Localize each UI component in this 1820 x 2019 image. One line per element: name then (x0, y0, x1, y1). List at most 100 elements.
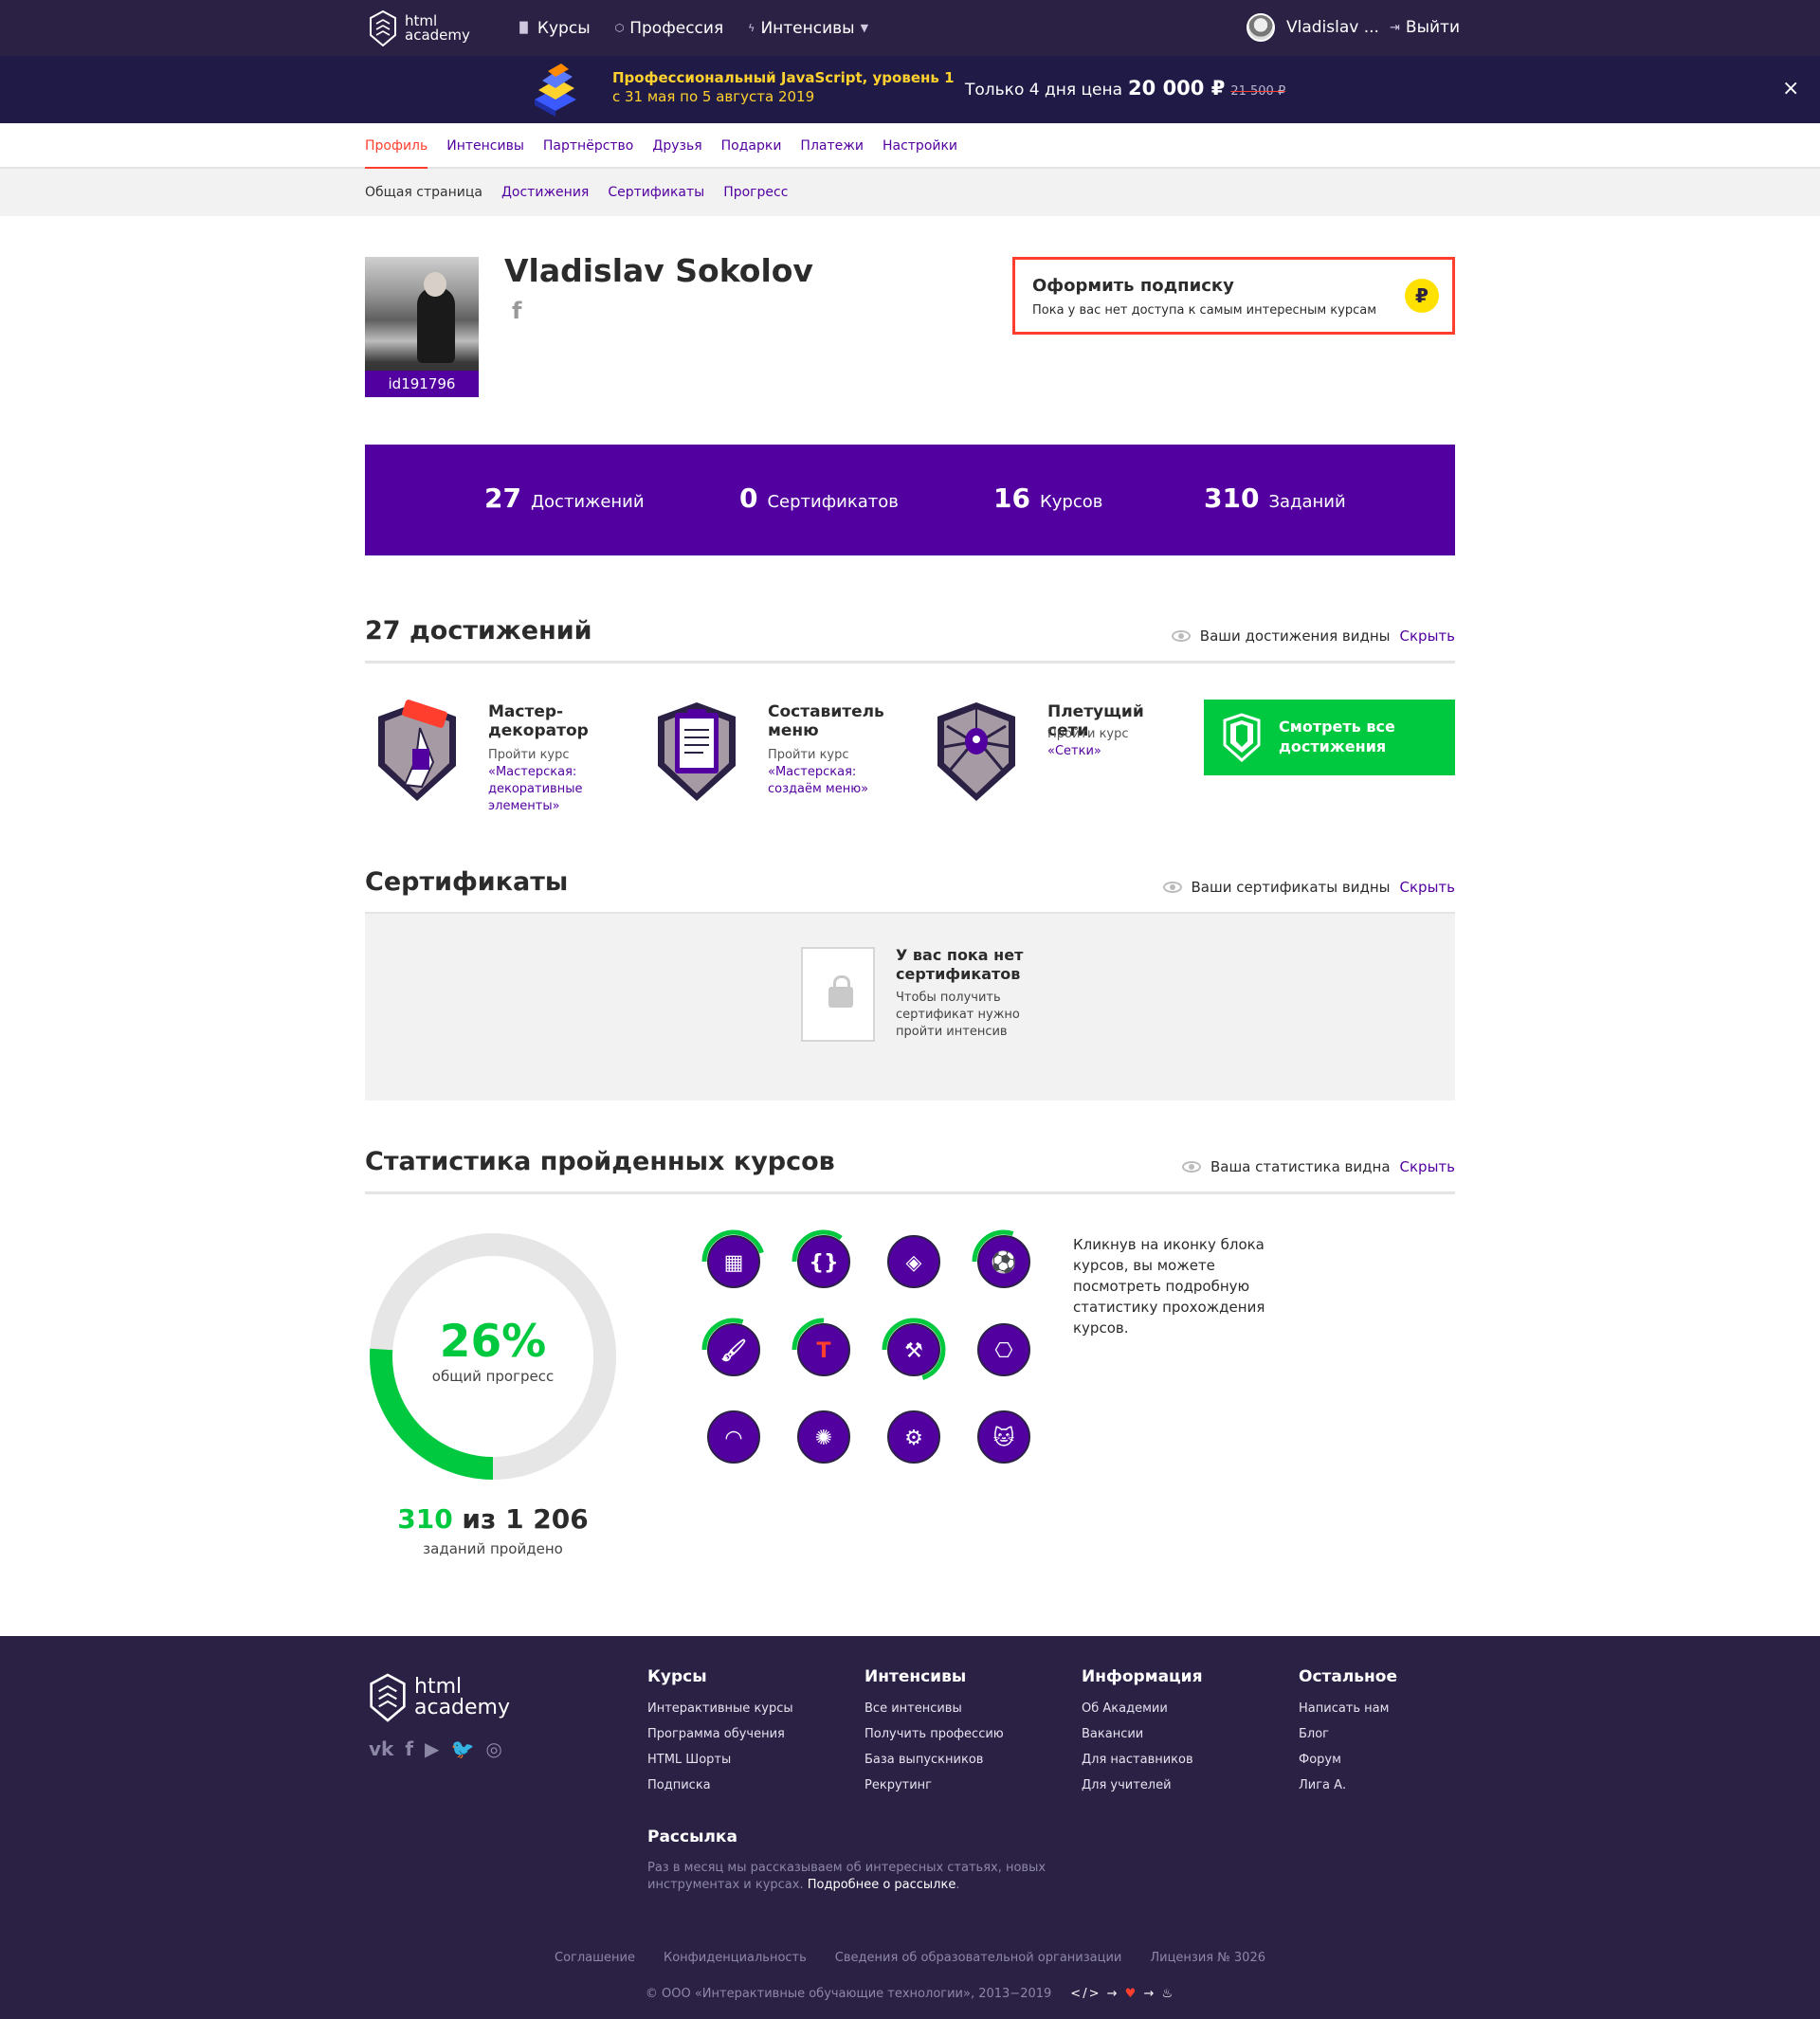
tab-payments[interactable]: Платежи (800, 138, 864, 154)
course-icon-glyph: ✺ (815, 1427, 832, 1450)
course-block-typography-icon[interactable]: T (791, 1317, 857, 1383)
course-block-paint-icon[interactable]: 🖌 (701, 1317, 767, 1383)
subtab-achievements[interactable]: Достижения (501, 185, 589, 200)
course-block-field-icon[interactable]: ⚽ (971, 1228, 1037, 1295)
tab-profile[interactable]: Профиль (365, 124, 428, 170)
course-block-cat-icon[interactable]: 🐱 (971, 1404, 1037, 1470)
course-block-html-icon[interactable]: ▦ (701, 1228, 767, 1295)
footer-link[interactable]: Лига А. (1299, 1778, 1397, 1792)
footer-link[interactable]: HTML Шорты (647, 1753, 793, 1767)
achievement-net-weaver[interactable]: Плетущий сети Пройти курс «Сетки» (924, 700, 1190, 813)
legal-privacy-link[interactable]: Конфиденциальность (664, 1951, 807, 1965)
subscribe-text: Пока у вас нет доступа к самым интересны… (1032, 303, 1377, 318)
vk-icon[interactable]: vk (369, 1737, 393, 1760)
footer-link[interactable]: Программа обучения (647, 1727, 793, 1741)
promo-banner[interactable]: Профессиональный JavaScript, уровень 1 с… (0, 56, 1820, 123)
hide-stats-link[interactable]: Скрыть (1400, 1158, 1455, 1175)
top-navigation: html academy ▐▌ Курсы ⬡ Профессия ϟ Интенсив… (0, 0, 1820, 56)
logo-link[interactable]: html academy (369, 10, 470, 46)
chevron-down-icon: ▼ (860, 22, 869, 34)
twitter-icon[interactable]: 🐦 (450, 1737, 474, 1760)
ruble-icon: ₽ (1405, 279, 1439, 313)
achievement-course-link[interactable]: «Сетки» (1047, 744, 1101, 758)
see-all-achievements-button[interactable]: Смотреть все достижения (1204, 700, 1455, 775)
footer-link[interactable]: Об Академии (1082, 1701, 1202, 1716)
overall-progress-label: общий прогресс (431, 1368, 555, 1385)
footer-link[interactable]: Интерактивные курсы (647, 1701, 793, 1716)
stat-courses[interactable]: 16 Курсов (993, 482, 1102, 514)
tab-partnership[interactable]: Партнёрство (543, 138, 633, 154)
footer-logo-link[interactable]: html academy (369, 1671, 510, 1724)
footer-link[interactable]: Получить профессию (864, 1727, 1004, 1741)
promo-price: Только 4 дня цена 20 000 ₽ 21 500 ₽ (965, 77, 1286, 100)
profile-tabs: Профиль Интенсивы Партнёрство Друзья Под… (0, 123, 1820, 170)
footer-link[interactable]: База выпускников (864, 1753, 1004, 1767)
close-icon[interactable]: × (1782, 77, 1799, 100)
facebook-icon[interactable]: f (512, 298, 521, 324)
eye-icon (1162, 882, 1182, 893)
nav-intensives[interactable]: ϟ Интенсивы ▼ (748, 19, 868, 38)
footer-link[interactable]: Для наставников (1082, 1753, 1202, 1767)
promo-blocks-icon (535, 64, 576, 117)
achievement-desc: Пройти курс «Мастерская: создаём меню» (768, 748, 869, 796)
footer-link[interactable]: Все интенсивы (864, 1701, 1004, 1716)
achievement-menu-maker[interactable]: Составитель меню Пройти курс «Мастерская… (645, 700, 910, 813)
course-block-vector-icon[interactable]: ◠ (701, 1404, 767, 1470)
facebook-icon[interactable]: f (405, 1737, 413, 1760)
legal-organization-link[interactable]: Сведения об образовательной организации (835, 1951, 1122, 1965)
divider (365, 1191, 1455, 1194)
achievement-course-link[interactable]: «Мастерская: создаём меню» (768, 765, 868, 796)
html-academy-logo-icon (370, 1673, 406, 1722)
user-menu[interactable]: Vladislav ... (1247, 13, 1379, 42)
tab-settings[interactable]: Настройки (883, 138, 957, 154)
subtab-progress[interactable]: Прогресс (723, 185, 788, 200)
nav-profession[interactable]: ⬡ Профессия (615, 19, 724, 38)
logo-text: html academy (405, 12, 470, 44)
promo-dates: с 31 мая по 5 августа 2019 (612, 88, 815, 105)
tab-friends[interactable]: Друзья (652, 138, 701, 154)
tab-gifts[interactable]: Подарки (721, 138, 782, 154)
legal-license-link[interactable]: Лицензия № 3026 (1150, 1951, 1265, 1965)
course-block-js-icon[interactable]: {} (791, 1228, 857, 1295)
footer-link[interactable]: Подписка (647, 1778, 793, 1792)
legal-agreement-link[interactable]: Соглашение (555, 1951, 635, 1965)
course-block-device-icon[interactable]: ⎔ (971, 1317, 1037, 1383)
stat-achievements[interactable]: 27 Достижений (484, 482, 645, 514)
footer-link[interactable]: Блог (1299, 1727, 1397, 1741)
stats-visibility: Ваша статистика видна Скрыть (1181, 1158, 1455, 1175)
footer-link[interactable]: Для учителей (1082, 1778, 1202, 1792)
achievement-course-link[interactable]: «Мастерская: декоративные элементы» (488, 765, 582, 813)
footer-link[interactable]: Написать нам (1299, 1701, 1397, 1716)
tab-intensives[interactable]: Интенсивы (446, 138, 524, 154)
footer-link[interactable]: Вакансии (1082, 1727, 1202, 1741)
subtab-overview[interactable]: Общая страница (365, 185, 482, 200)
course-icon-glyph: {} (809, 1251, 838, 1275)
course-block-tools-icon[interactable]: ⚙ (881, 1404, 947, 1470)
course-block-orbit-icon[interactable]: ✺ (791, 1404, 857, 1470)
course-icon-glyph: ⎔ (994, 1339, 1012, 1363)
footer-col-intensives: Интенсивы Все интенсивы Получить професс… (864, 1667, 1004, 1792)
tasks-done-count: 310 из 1 206 (397, 1503, 589, 1535)
newsletter-link[interactable]: Подробнее о рассылке (808, 1878, 956, 1892)
course-stats-title: Статистика пройденных курсов (365, 1147, 835, 1176)
stat-certificates[interactable]: 0 Сертификатов (739, 482, 899, 514)
stat-tasks[interactable]: 310 Заданий (1204, 482, 1346, 514)
course-icon-glyph: T (816, 1339, 830, 1363)
profile-name: Vladislav Sokolov (504, 252, 813, 289)
nav-courses[interactable]: ▐▌ Курсы (516, 19, 591, 38)
profile-photo[interactable]: id191796 (365, 257, 479, 397)
youtube-icon[interactable]: ▶ (425, 1737, 439, 1760)
subscribe-title: Оформить подписку (1032, 276, 1234, 296)
footer-link[interactable]: Рекрутинг (864, 1778, 1004, 1792)
logout-button[interactable]: ⇥ Выйти (1390, 18, 1460, 37)
achievement-decorator[interactable]: Мастер-декоратор Пройти курс «Мастерская… (365, 700, 630, 813)
certificates-visibility: Ваши сертификаты видны Скрыть (1162, 879, 1455, 896)
course-block-cube-icon[interactable]: ◈ (881, 1228, 947, 1295)
instagram-icon[interactable]: ◎ (485, 1737, 501, 1760)
hide-achievements-link[interactable]: Скрыть (1400, 628, 1455, 645)
subtab-certificates[interactable]: Сертификаты (608, 185, 704, 200)
hide-certificates-link[interactable]: Скрыть (1400, 879, 1455, 896)
course-block-anvil-icon[interactable]: ⚒ (881, 1317, 947, 1383)
footer-link[interactable]: Форум (1299, 1753, 1397, 1767)
subscribe-card[interactable]: Оформить подписку Пока у вас нет доступа… (1012, 257, 1455, 335)
